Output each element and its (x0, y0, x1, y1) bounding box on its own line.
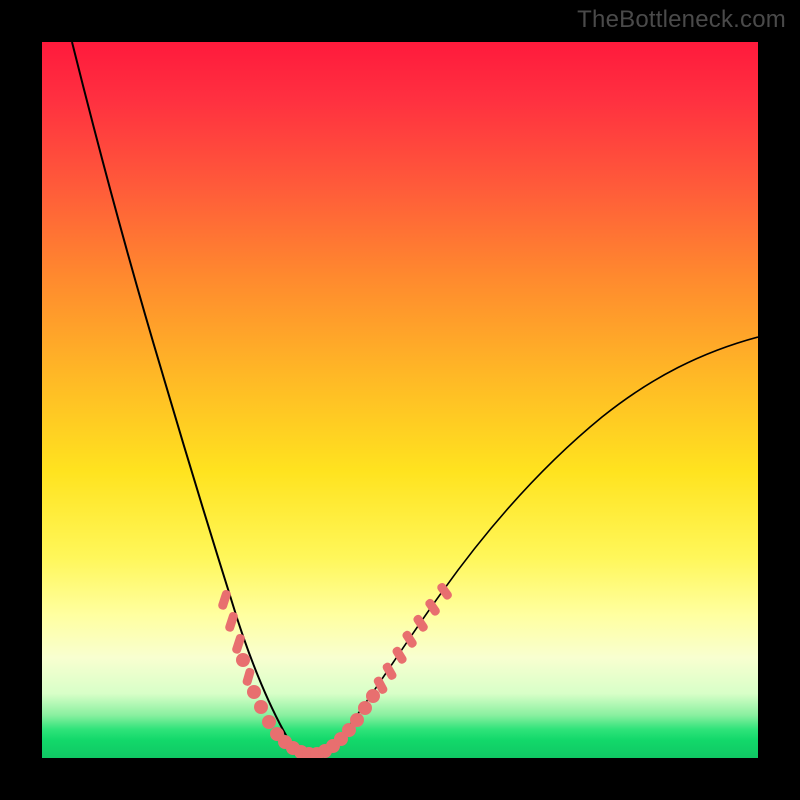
chart-frame: TheBottleneck.com (0, 0, 800, 800)
marker-group (217, 581, 453, 758)
bottleneck-curve-right (332, 337, 758, 748)
plot-area (42, 42, 758, 758)
watermark-text: TheBottleneck.com (577, 6, 786, 34)
bottleneck-curve-left (72, 42, 306, 754)
curve-layer (42, 42, 758, 758)
